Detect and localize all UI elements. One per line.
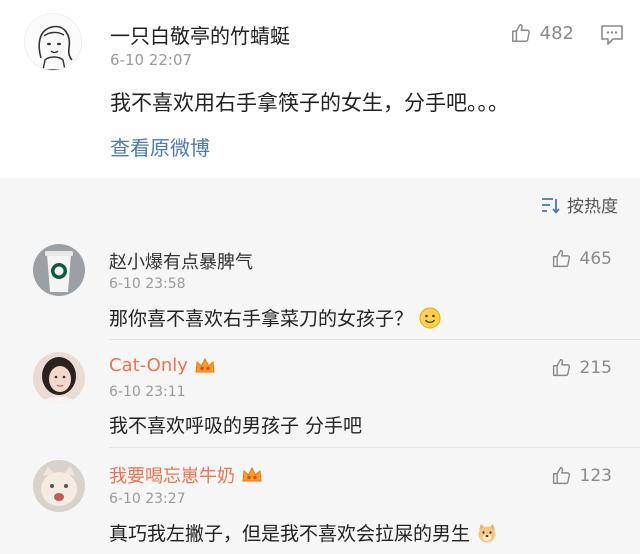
thumbs-up-icon bbox=[552, 358, 570, 377]
vip-crown-icon bbox=[242, 466, 262, 482]
comment-body: 那你喜不喜欢右手拿菜刀的女孩子？ bbox=[109, 304, 441, 331]
comment-item: Cat-Only 6-10 23:11 215 我不喜欢呼吸的男孩子 分手吧 bbox=[0, 340, 640, 448]
view-original-link[interactable]: 查看原微博 bbox=[110, 132, 210, 161]
commenter-avatar[interactable] bbox=[33, 352, 85, 404]
author-avatar[interactable] bbox=[24, 13, 82, 71]
sort-label: 按热度 bbox=[567, 197, 618, 217]
comment-body: 我不喜欢呼吸的男孩子 分手吧 bbox=[109, 411, 362, 438]
comment-timestamp: 6-10 23:58 bbox=[109, 276, 186, 292]
post-timestamp: 6-10 22:07 bbox=[110, 51, 193, 69]
comment-like-count: 465 bbox=[579, 248, 612, 269]
comment-like-count: 123 bbox=[579, 465, 612, 486]
thumbs-up-icon bbox=[552, 466, 570, 485]
comment-like-button[interactable]: 465 bbox=[551, 248, 612, 269]
vip-crown-icon bbox=[195, 357, 215, 372]
comment-like-button[interactable]: 215 bbox=[551, 357, 612, 378]
smile-emoji-icon bbox=[419, 307, 441, 328]
commenter-name[interactable]: 赵小爆有点暴脾气 bbox=[109, 248, 253, 274]
comment-timestamp: 6-10 23:27 bbox=[109, 491, 186, 507]
commenter-name-text: 我要喝忘崽牛奶 bbox=[109, 466, 235, 487]
comment-item: 赵小爆有点暴脾气 6-10 23:58 465 那你喜不喜欢右手拿菜刀的女孩子？ bbox=[0, 232, 640, 340]
comment-body: 真巧我左撇子，但是我不喜欢会拉屎的男生 bbox=[109, 519, 498, 546]
weibo-comment-post: 一只白敬亭的竹蜻蜓 6-10 22:07 482 我不喜欢用右手拿筷子的女生，分… bbox=[0, 0, 640, 178]
comment-like-button[interactable]: 123 bbox=[551, 465, 612, 486]
thumbs-up-icon bbox=[552, 249, 570, 268]
comment-text: 那你喜不喜欢右手拿菜刀的女孩子？ bbox=[109, 308, 414, 330]
cat-photo-avatar-icon bbox=[33, 460, 85, 512]
comment-text: 我不喜欢呼吸的男孩子 分手吧 bbox=[109, 415, 363, 437]
post-like-button[interactable]: 482 bbox=[510, 22, 574, 44]
girl-photo-avatar-icon bbox=[33, 352, 85, 404]
sketch-girl-avatar-icon bbox=[25, 14, 81, 70]
comment-text: 真巧我左撇子，但是我不喜欢会拉屎的男生 bbox=[109, 523, 471, 545]
post-author-name[interactable]: 一只白敬亭的竹蜻蜓 bbox=[110, 20, 290, 49]
coffee-cup-avatar-icon bbox=[33, 244, 85, 296]
comment-like-count: 215 bbox=[579, 357, 612, 378]
comment-timestamp: 6-10 23:11 bbox=[109, 384, 186, 400]
doge-emoji-icon bbox=[478, 523, 496, 542]
commenter-name[interactable]: 我要喝忘崽牛奶 bbox=[109, 462, 263, 488]
post-body-text: 我不喜欢用右手拿筷子的女生，分手吧。。。 bbox=[110, 91, 509, 115]
post-like-count: 482 bbox=[539, 22, 574, 44]
comment-bubble-icon bbox=[601, 25, 623, 45]
commenter-name-text: Cat-Only bbox=[109, 355, 188, 376]
comments-section: 按热度 赵小爆有点暴脾气 6-10 23:58 465 那你喜不喜欢右手拿菜刀的… bbox=[0, 178, 640, 554]
commenter-avatar[interactable] bbox=[33, 460, 85, 512]
thumbs-up-icon bbox=[511, 24, 530, 42]
sort-icon bbox=[542, 197, 560, 214]
comment-item: 我要喝忘崽牛奶 6-10 23:27 123 真巧我左撇子，但是我不喜欢会拉屎的… bbox=[0, 448, 640, 554]
comment-button[interactable] bbox=[600, 24, 624, 46]
commenter-avatar[interactable] bbox=[33, 244, 85, 296]
commenter-name-text: 赵小爆有点暴脾气 bbox=[109, 252, 253, 273]
commenter-name[interactable]: Cat-Only bbox=[109, 355, 216, 376]
sort-by-hot-button[interactable]: 按热度 bbox=[541, 192, 618, 217]
